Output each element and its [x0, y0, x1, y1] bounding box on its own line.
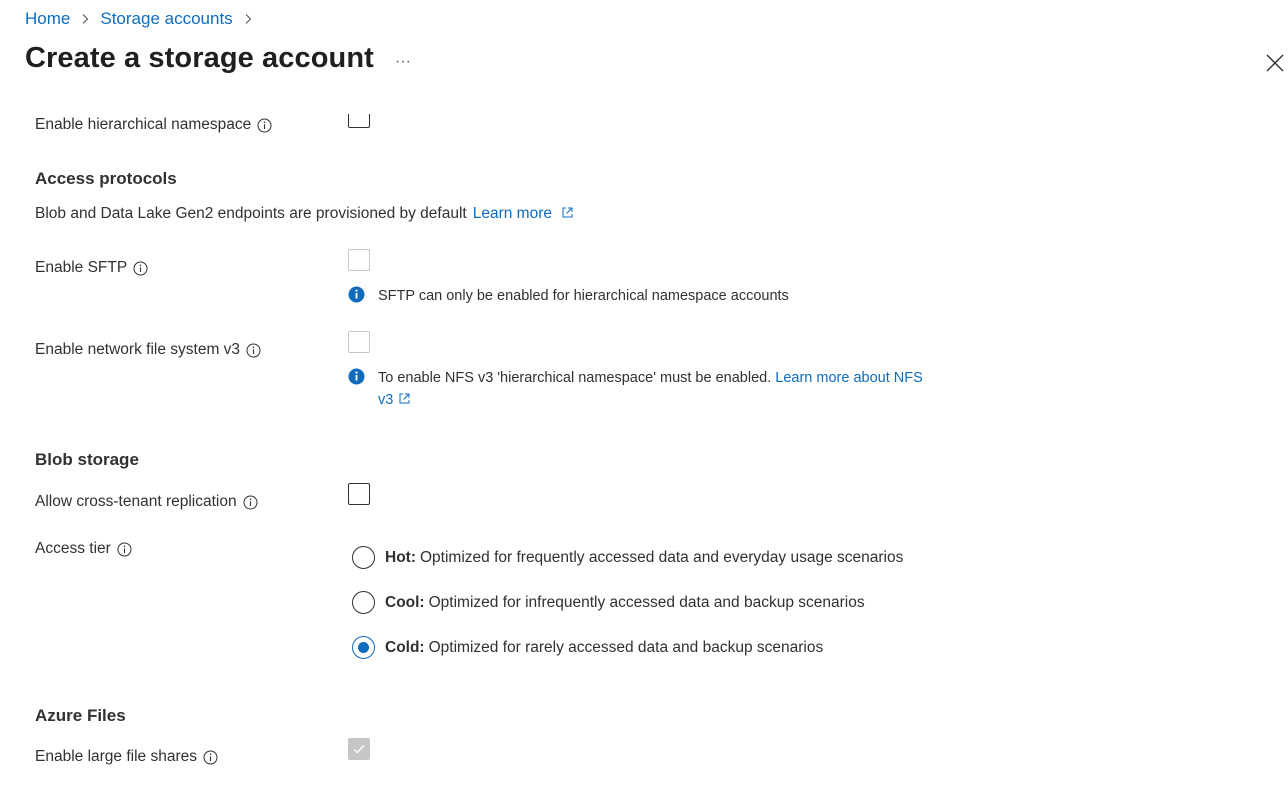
- sftp-note-text: SFTP can only be enabled for hierarchica…: [378, 288, 789, 304]
- cross-tenant-label-text: Allow cross-tenant replication: [35, 493, 237, 510]
- nfs-learn-more-text-2: v3: [378, 392, 394, 408]
- azure-files-heading: Azure Files: [35, 706, 126, 725]
- blob-storage-heading: Blob storage: [35, 450, 139, 469]
- external-link-icon: [399, 393, 410, 404]
- info-icon[interactable]: [203, 750, 218, 765]
- option-name: Cold:: [385, 638, 425, 656]
- radio-indicator-selected: [352, 636, 375, 659]
- nfs-note-text: To enable NFS v3 'hierarchical namespace…: [378, 370, 772, 386]
- radio-dot: [358, 642, 369, 653]
- access-tier-label: Access tier: [35, 540, 132, 558]
- chevron-right-icon: [77, 11, 93, 27]
- checkmark-icon: [353, 745, 365, 754]
- access-tier-cool-radio[interactable]: Cool: Optimized for infrequently accesse…: [352, 591, 865, 614]
- option-description: Optimized for frequently accessed data a…: [420, 548, 904, 566]
- sftp-label-text: Enable SFTP: [35, 259, 128, 276]
- page-title: Create a storage account: [25, 42, 374, 74]
- access-protocols-heading: Access protocols: [35, 169, 177, 188]
- nfs-learn-more-text: Learn more about NFS: [775, 370, 923, 386]
- learn-more-text: Learn more: [472, 205, 552, 222]
- large-file-shares-label: Enable large file shares: [35, 748, 218, 766]
- breadcrumb-storage-accounts-link[interactable]: Storage accounts: [100, 9, 232, 29]
- access-tier-label-text: Access tier: [35, 540, 111, 557]
- hierarchical-namespace-label: Enable hierarchical namespace: [35, 116, 272, 134]
- breadcrumb-home-link[interactable]: Home: [25, 9, 70, 29]
- sftp-checkbox[interactable]: [348, 249, 370, 271]
- radio-indicator: [352, 591, 375, 614]
- option-description: Optimized for rarely accessed data and b…: [428, 638, 824, 656]
- nfs-info-note: To enable NFS v3 'hierarchical namespace…: [348, 367, 938, 411]
- close-icon[interactable]: [1264, 52, 1286, 74]
- info-badge-icon: [348, 286, 365, 303]
- nfs-checkbox[interactable]: [348, 331, 370, 353]
- access-tier-cold-radio[interactable]: Cold: Optimized for rarely accessed data…: [352, 636, 823, 659]
- cross-tenant-checkbox[interactable]: [348, 483, 370, 505]
- chevron-right-icon: [240, 11, 256, 27]
- large-file-shares-label-text: Enable large file shares: [35, 748, 197, 765]
- sftp-info-note: SFTP can only be enabled for hierarchica…: [348, 285, 789, 307]
- info-icon[interactable]: [117, 542, 132, 557]
- access-protocols-description-text: Blob and Data Lake Gen2 endpoints are pr…: [35, 205, 467, 222]
- nfs-label-text: Enable network file system v3: [35, 341, 241, 358]
- radio-indicator: [352, 546, 375, 569]
- option-description: Optimized for infrequently accessed data…: [428, 593, 865, 611]
- option-name: Cool:: [385, 593, 425, 611]
- large-file-shares-checkbox: [348, 738, 370, 760]
- info-icon[interactable]: [243, 495, 258, 510]
- breadcrumb: Home Storage accounts: [25, 9, 263, 29]
- external-link-icon: [562, 207, 573, 218]
- cross-tenant-label: Allow cross-tenant replication: [35, 493, 258, 511]
- learn-more-link[interactable]: Learn more: [473, 205, 575, 223]
- nfs-label: Enable network file system v3: [35, 341, 261, 359]
- info-icon[interactable]: [246, 343, 261, 358]
- hierarchical-namespace-text: Enable hierarchical namespace: [35, 116, 252, 133]
- info-icon[interactable]: [133, 261, 148, 276]
- hierarchical-namespace-checkbox[interactable]: [348, 114, 370, 128]
- info-badge-icon: [348, 368, 365, 385]
- info-icon[interactable]: [257, 118, 272, 133]
- access-protocols-description: Blob and Data Lake Gen2 endpoints are pr…: [35, 205, 574, 223]
- access-tier-hot-radio[interactable]: Hot: Optimized for frequently accessed d…: [352, 546, 903, 569]
- option-name: Hot:: [385, 548, 416, 566]
- more-options-button[interactable]: ···: [393, 52, 413, 72]
- sftp-label: Enable SFTP: [35, 259, 148, 277]
